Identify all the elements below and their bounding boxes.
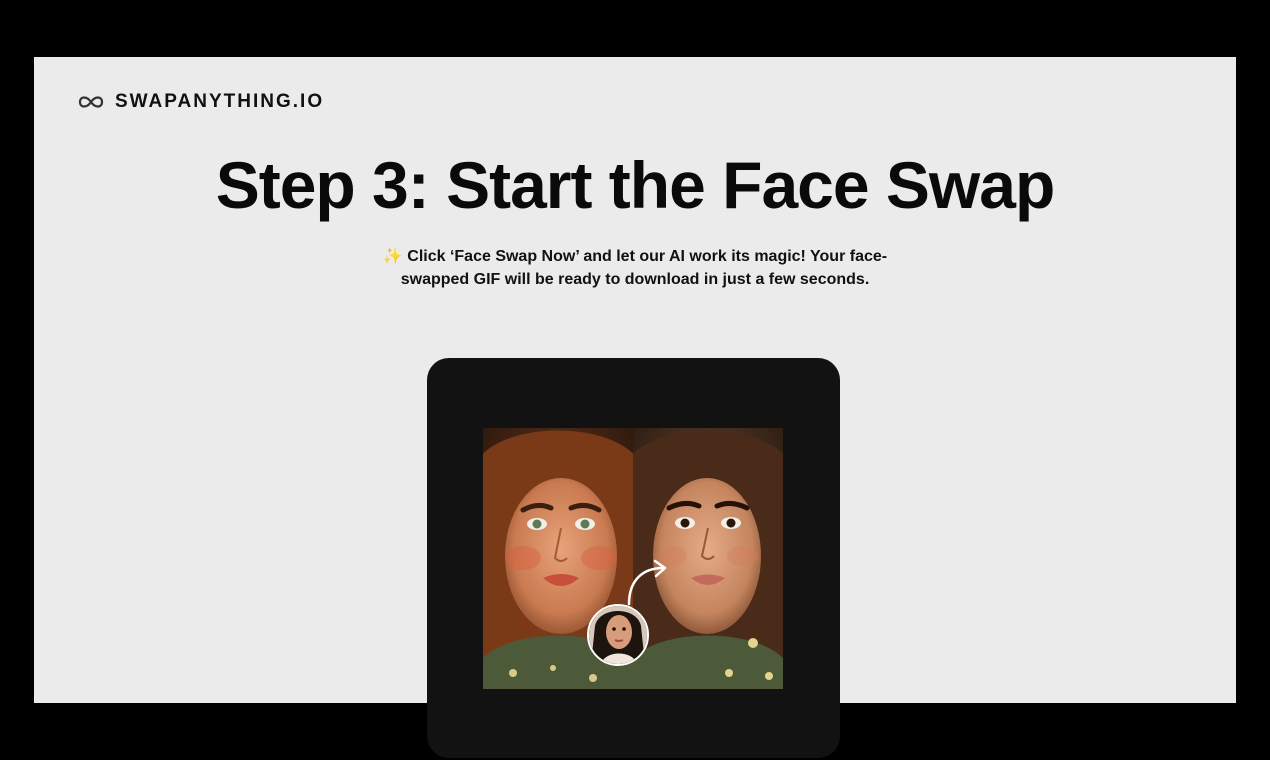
page-subtitle: ✨ Click ‘Face Swap Now’ and let our AI w…: [375, 245, 895, 291]
curved-arrow-icon: [623, 558, 673, 613]
brand-name: SWAPANYTHING.IO: [115, 91, 325, 112]
brand-logo[interactable]: SWAPANYTHING.IO: [77, 91, 324, 113]
infinity-icon: [77, 94, 105, 110]
sparkle-icon: ✨: [382, 248, 403, 265]
face-swap-preview: [483, 428, 783, 689]
source-face-avatar: [587, 604, 649, 666]
screen: SWAPANYTHING.IO Step 3: Start the Face S…: [0, 0, 1270, 760]
preview-card: [427, 358, 840, 758]
page-title: Step 3: Start the Face Swap: [215, 148, 1056, 222]
subtitle-text: Click ‘Face Swap Now’ and let our AI wor…: [400, 248, 888, 288]
